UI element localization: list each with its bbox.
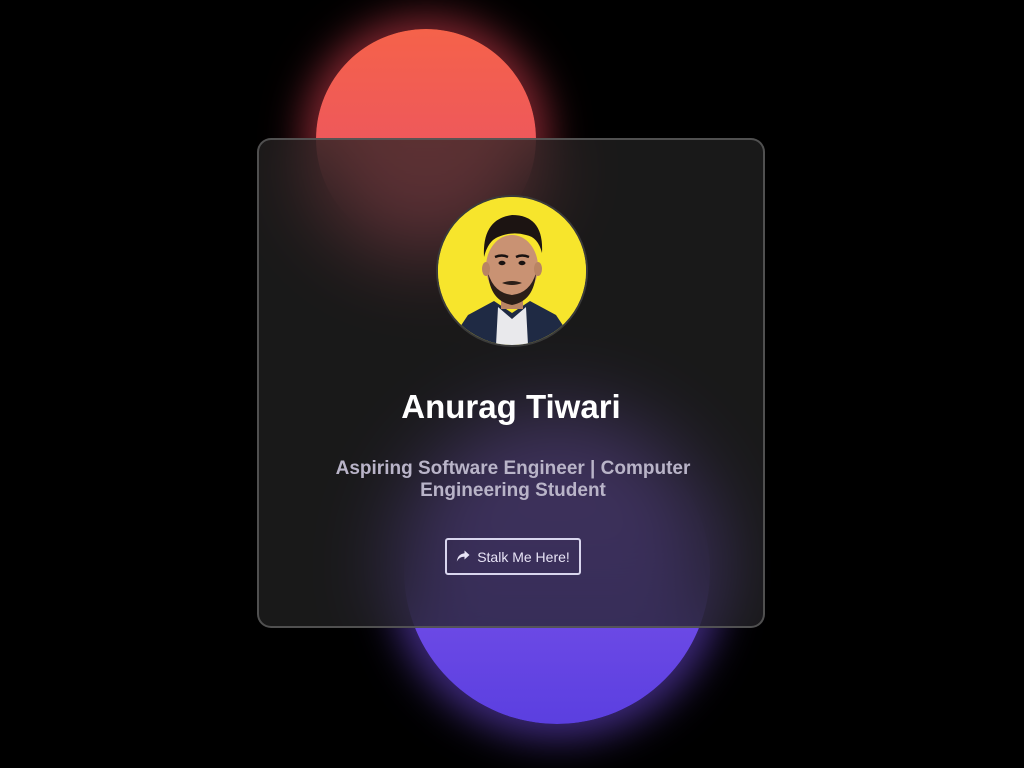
avatar	[436, 195, 588, 347]
stalk-me-button[interactable]: Stalk Me Here!	[445, 538, 581, 575]
page-background: Anurag Tiwari Aspiring Software Engineer…	[0, 0, 1024, 768]
profile-tagline: Aspiring Software Engineer | Computer En…	[335, 458, 691, 501]
profile-name: Anurag Tiwari	[401, 388, 621, 425]
profile-card: Anurag Tiwari Aspiring Software Engineer…	[257, 138, 765, 628]
stalk-me-button-label: Stalk Me Here!	[477, 548, 570, 565]
share-arrow-icon	[456, 550, 470, 563]
avatar-portrait	[438, 197, 586, 345]
